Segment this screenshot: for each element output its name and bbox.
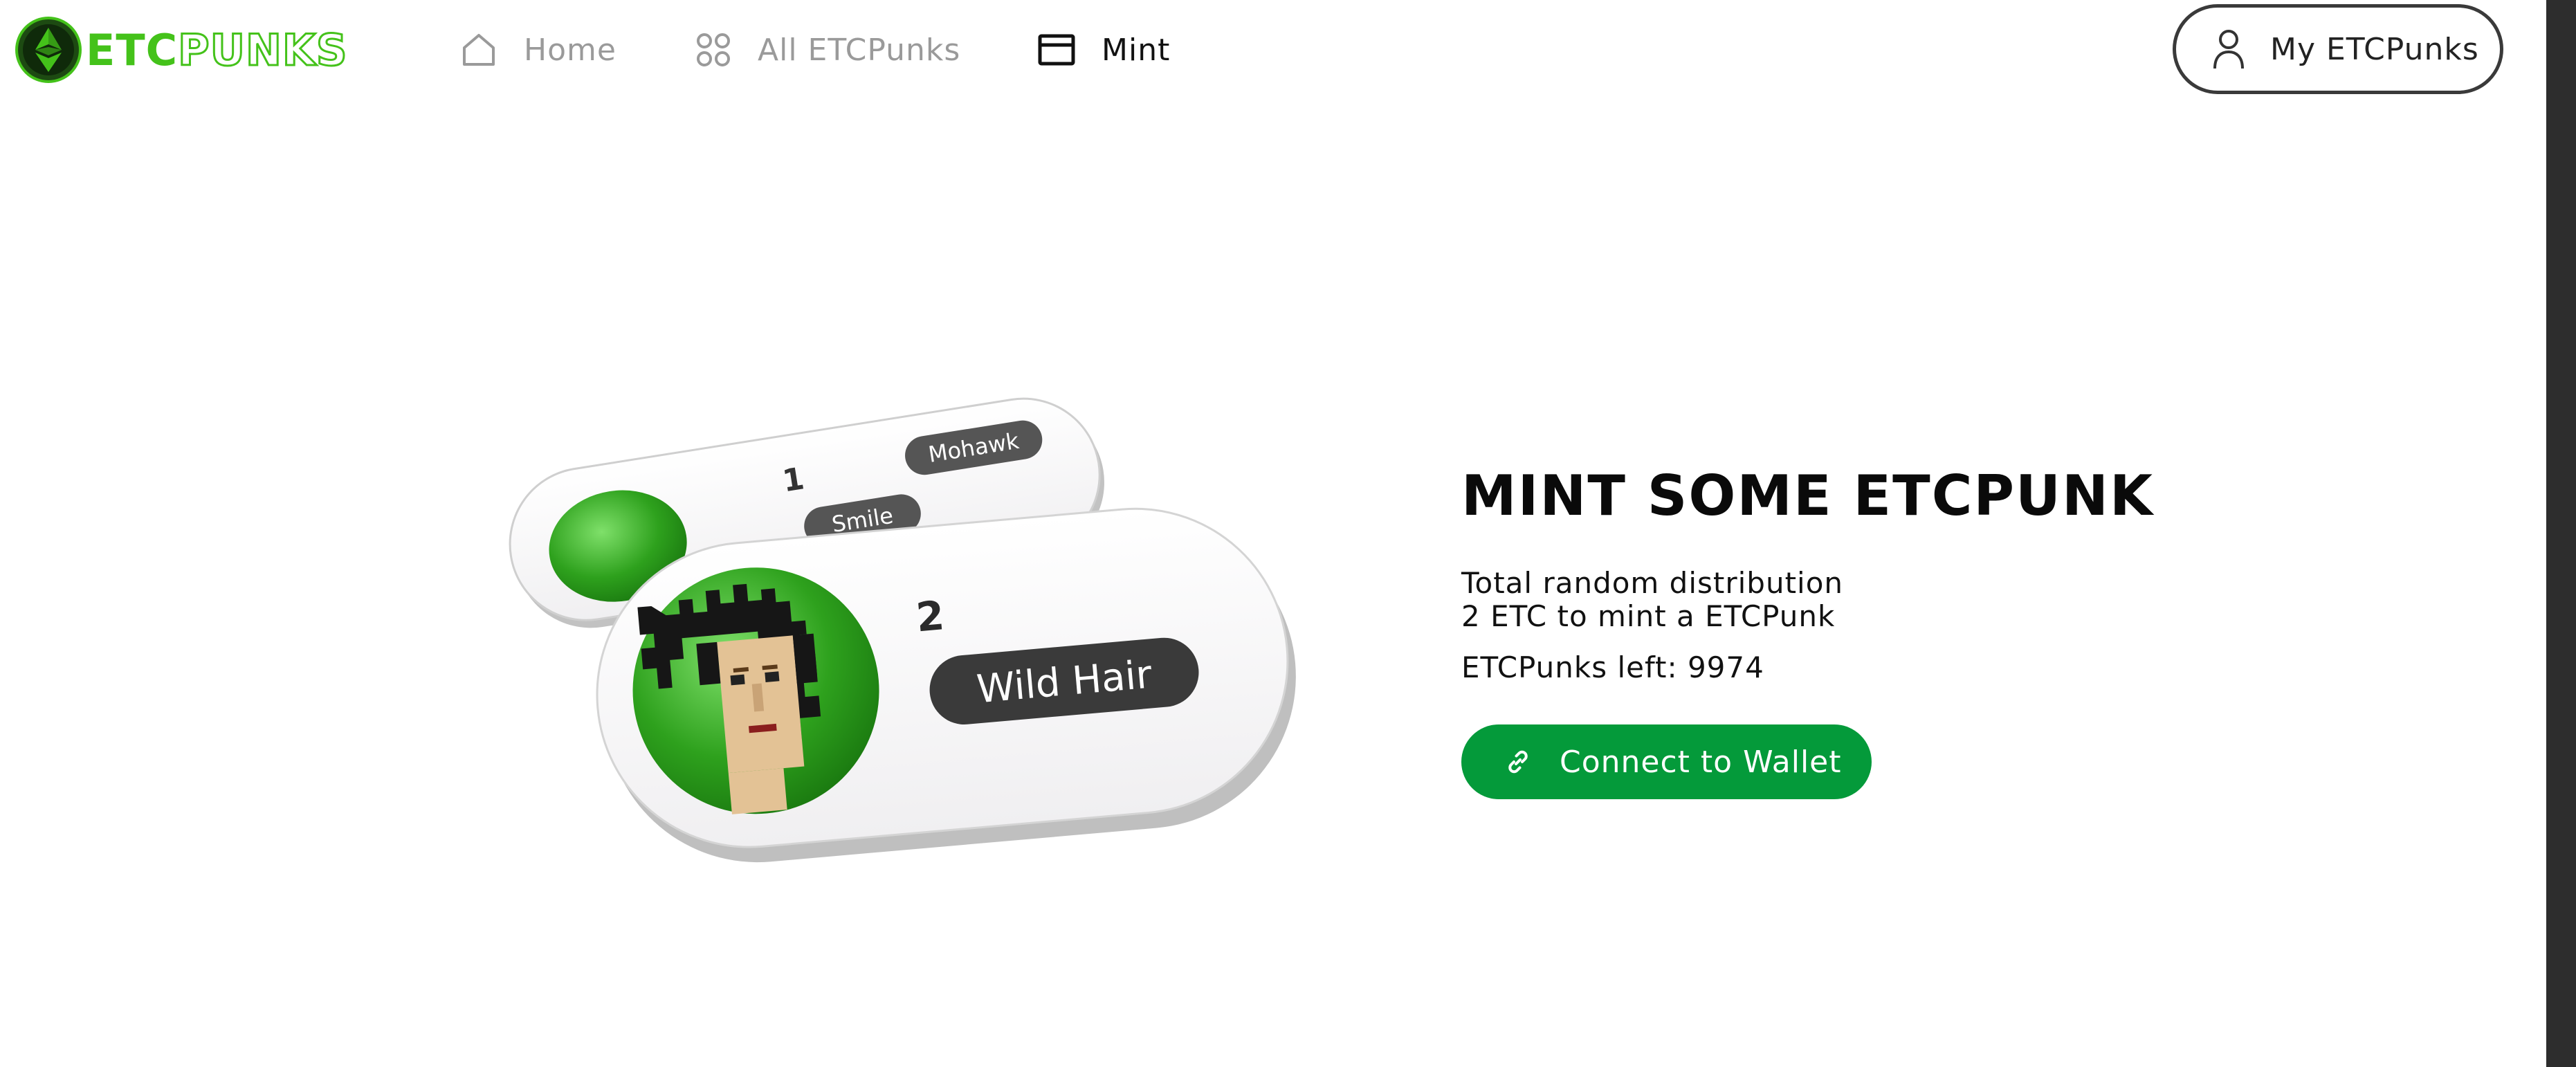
link-icon <box>1504 748 1532 776</box>
top-navbar: ETC PUNKS Home All ETCPunks Mint My ETCP… <box>0 0 2546 100</box>
grid-icon <box>695 32 731 68</box>
site-logo[interactable]: ETC PUNKS <box>15 15 348 84</box>
card-icon <box>1038 34 1075 66</box>
nav-mint[interactable]: Mint <box>1038 21 1170 79</box>
punk-cards-illustration: 1 Mohawk Smile 2 Wild Hair <box>509 397 1296 863</box>
page-title: MINT SOME ETCPUNK <box>1461 464 2154 528</box>
window-edge-strip <box>2546 0 2576 1067</box>
logo-text-punks: PUNKS <box>177 24 348 76</box>
ethereum-classic-icon <box>15 17 82 83</box>
price-text: 2 ETC to mint a ETCPunk <box>1461 599 1836 633</box>
home-icon <box>460 31 497 69</box>
punks-left-text: ETCPunks left: 9974 <box>1461 650 1764 684</box>
nav-home-label: Home <box>524 32 616 68</box>
nav-all-etcpunks[interactable]: All ETCPunks <box>695 21 960 79</box>
nav-all-etcpunks-label: All ETCPunks <box>758 32 961 68</box>
nav-mint-label: Mint <box>1102 32 1171 68</box>
logo-text-etc: ETC <box>86 24 179 75</box>
my-etcpunks-button[interactable]: My ETCPunks <box>2173 4 2503 94</box>
connect-wallet-label: Connect to Wallet <box>1560 744 1842 780</box>
connect-wallet-button[interactable]: Connect to Wallet <box>1461 724 1872 799</box>
user-icon <box>2212 28 2245 70</box>
front-card-number: 2 <box>914 592 946 641</box>
my-etcpunks-label: My ETCPunks <box>2270 31 2479 67</box>
distribution-text: Total random distribution <box>1461 566 1844 600</box>
nav-home[interactable]: Home <box>460 21 616 79</box>
